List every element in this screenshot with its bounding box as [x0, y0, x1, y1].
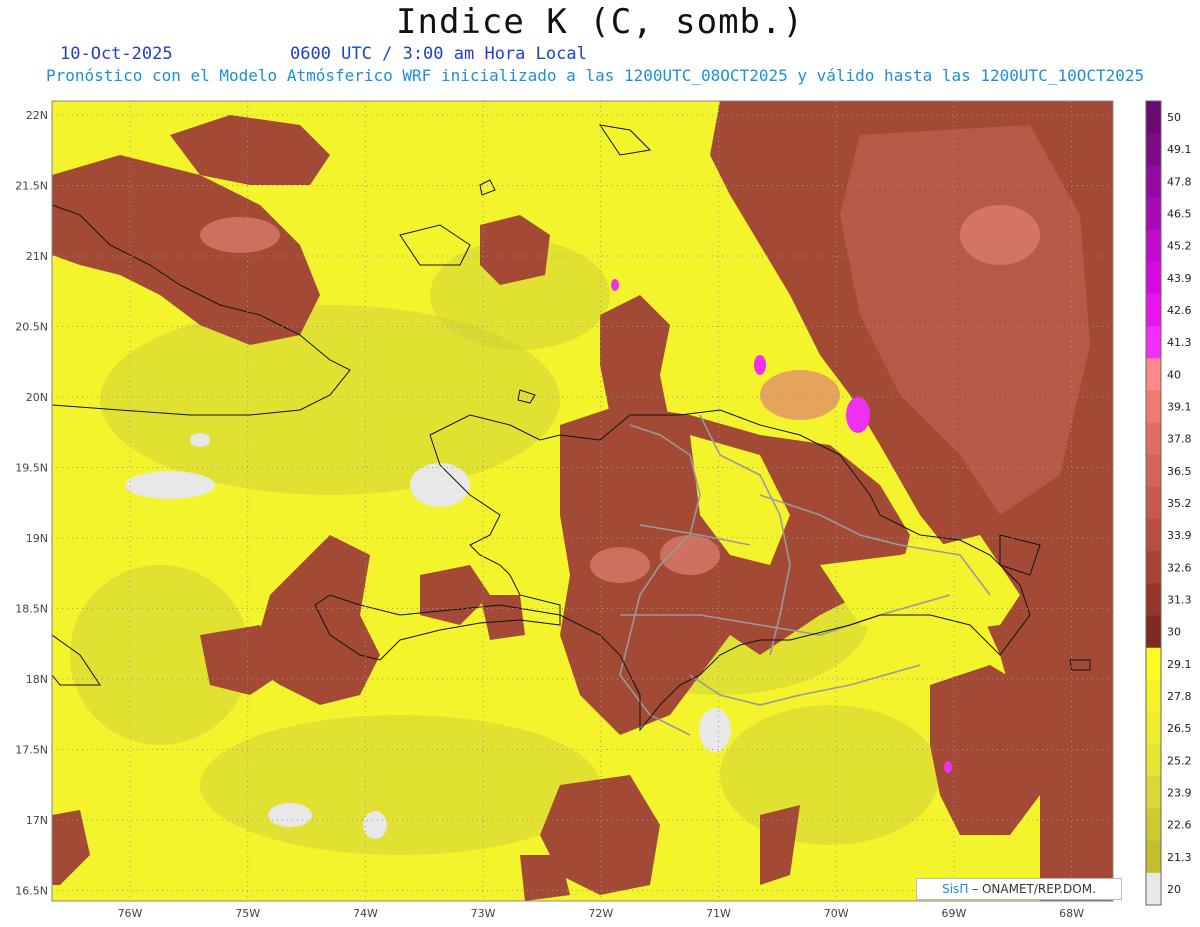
lat-label: 20.5N	[15, 321, 48, 334]
credit-box: SisΠ – ONAMET/REP.DOM.	[916, 878, 1122, 900]
lat-label: 18.5N	[15, 603, 48, 616]
colorbar-swatch	[1146, 776, 1161, 810]
colorbar-label: 46.5	[1167, 208, 1192, 221]
field-core	[200, 217, 280, 253]
lat-label: 18N	[26, 673, 48, 686]
colorbar-label: 40	[1167, 368, 1181, 381]
lat-label: 16.5N	[15, 885, 48, 898]
field-core	[760, 370, 840, 420]
colorbar-swatch	[1146, 647, 1161, 681]
colorbar-swatch	[1146, 197, 1161, 231]
colorbar-swatch	[1146, 872, 1161, 906]
colorbar-label: 21.3	[1167, 851, 1192, 864]
colorbar-swatch	[1146, 261, 1161, 295]
colorbar-swatch	[1146, 519, 1161, 552]
colorbar-swatch	[1146, 744, 1161, 777]
model-run-info: Pronóstico con el Modelo Atmósferico WRF…	[46, 66, 1145, 85]
field-peak	[846, 397, 870, 433]
colorbar-label: 47.8	[1167, 175, 1192, 188]
field-peak	[611, 279, 619, 291]
colorbar-label: 45.2	[1167, 240, 1192, 253]
field-peak	[754, 355, 766, 375]
colorbar-label: 50	[1167, 111, 1181, 124]
lat-label: 21N	[26, 250, 48, 263]
colorbar-swatch	[1146, 840, 1161, 874]
colorbar-swatch	[1146, 326, 1161, 359]
colorbar-label: 39.1	[1167, 401, 1192, 414]
lon-label: 76W	[118, 907, 143, 920]
colorbar-label: 43.9	[1167, 272, 1192, 285]
colorbar-swatch	[1146, 133, 1161, 166]
colorbar-label: 49.1	[1167, 143, 1192, 156]
colorbar-swatch	[1146, 712, 1161, 745]
colorbar: 50 49.1 47.8 46.5 45.2 43.9 42.6 41.3 40 39.1 37.8…	[1145, 100, 1192, 906]
colorbar-label: 35.2	[1167, 497, 1192, 510]
colorbar-swatch	[1146, 679, 1161, 713]
forecast-time: 0600 UTC / 3:00 am Hora Local	[290, 44, 587, 64]
colorbar-swatch	[1146, 486, 1161, 520]
colorbar-label: 25.2	[1167, 754, 1192, 767]
colorbar-swatch	[1146, 422, 1161, 456]
colorbar-label: 30	[1167, 626, 1181, 639]
field-min-zone	[190, 433, 210, 447]
lat-label: 21.5N	[15, 180, 48, 193]
latitude-labels: 22N 21.5N 21N 20.5N 20N 19.5N 19N 18.5N 18N 17.5N…	[15, 109, 48, 898]
credit-text: – ONAMET/REP.DOM.	[972, 882, 1096, 896]
lon-label: 75W	[235, 907, 260, 920]
colorbar-label: 26.5	[1167, 722, 1192, 735]
colorbar-swatch	[1146, 615, 1161, 649]
colorbar-swatch	[1146, 229, 1161, 263]
colorbar-swatch	[1146, 101, 1161, 134]
lat-label: 17N	[26, 814, 48, 827]
lat-label: 20N	[26, 391, 48, 404]
colorbar-swatch	[1146, 583, 1161, 617]
lat-label: 19N	[26, 532, 48, 545]
credit-logo: SisΠ	[942, 882, 969, 896]
k-index-map: 22N 21.5N 21N 20.5N 20N 19.5N 19N 18.5N 18N 17.5N…	[15, 100, 1192, 920]
colorbar-label: 36.5	[1167, 465, 1192, 478]
colorbar-swatch	[1146, 454, 1161, 488]
map-title: Indice K (C, somb.)	[396, 2, 804, 42]
lat-label: 17.5N	[15, 744, 48, 757]
field-high-zone	[600, 295, 670, 435]
colorbar-label: 33.9	[1167, 529, 1192, 542]
field-core	[590, 547, 650, 583]
field-min-zone	[125, 471, 215, 499]
colorbar-label: 31.3	[1167, 593, 1192, 606]
field-peak	[944, 761, 952, 773]
lon-label: 70W	[824, 907, 849, 920]
lon-label: 68W	[1059, 907, 1084, 920]
lat-label: 22N	[26, 109, 48, 122]
colorbar-label: 42.6	[1167, 304, 1192, 317]
field-min-zone	[268, 803, 312, 827]
colorbar-label: 37.8	[1167, 433, 1192, 446]
colorbar-label: 41.3	[1167, 336, 1192, 349]
longitude-labels: 76W 75W 74W 73W 72W 71W 70W 69W 68W	[118, 907, 1085, 920]
field-min-zone	[699, 708, 731, 752]
colorbar-label: 27.8	[1167, 690, 1192, 703]
colorbar-label: 20	[1167, 883, 1181, 896]
colorbar-swatch	[1146, 293, 1161, 327]
lon-label: 71W	[706, 907, 731, 920]
field-low-zone	[200, 715, 600, 855]
field-min-zone	[410, 463, 470, 507]
lon-label: 69W	[941, 907, 966, 920]
field-low-zone	[720, 705, 940, 845]
colorbar-swatch	[1146, 551, 1161, 584]
colorbar-label: 29.1	[1167, 658, 1192, 671]
lon-label: 73W	[471, 907, 496, 920]
colorbar-swatch	[1146, 390, 1161, 424]
colorbar-label: 23.9	[1167, 786, 1192, 799]
lon-label: 72W	[588, 907, 613, 920]
forecast-date: 10-Oct-2025	[60, 44, 173, 64]
field-min-zone	[363, 811, 387, 839]
lat-label: 19.5N	[15, 462, 48, 475]
colorbar-swatch	[1146, 358, 1161, 391]
colorbar-swatch	[1146, 808, 1161, 842]
colorbar-swatch	[1146, 165, 1161, 198]
colorbar-label: 32.6	[1167, 561, 1192, 574]
colorbar-label: 22.6	[1167, 819, 1192, 832]
lon-label: 74W	[353, 907, 378, 920]
